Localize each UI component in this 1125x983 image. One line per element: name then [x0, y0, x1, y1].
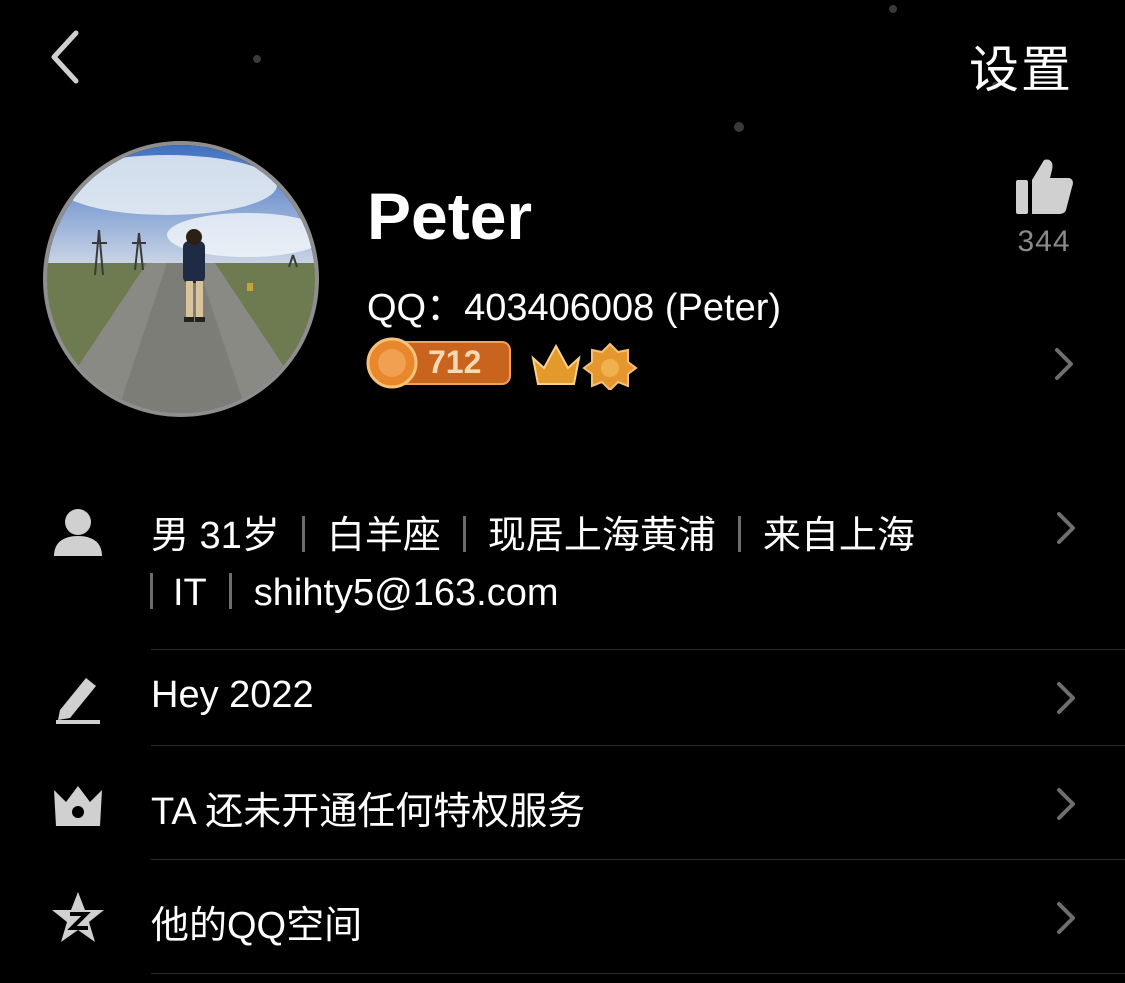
gender-age: 男 31岁 [151, 515, 280, 557]
zodiac: 白羊座 [326, 515, 441, 557]
settings-button[interactable]: 设置 [969, 30, 1073, 102]
divider [151, 973, 1125, 974]
like-button[interactable]: 344 [1008, 156, 1080, 259]
crown-icon [54, 786, 102, 826]
residence: 现居上海黄浦 [487, 515, 716, 557]
background-star [889, 5, 897, 13]
separator [737, 516, 741, 552]
back-button[interactable] [40, 25, 100, 95]
level-badges-graphic [366, 337, 638, 390]
qzone-row[interactable]: 他的QQ空间 [0, 860, 1125, 974]
privilege-row[interactable]: TA 还未开通任何特权服务 [0, 746, 1125, 860]
qzone-star-icon [52, 892, 104, 942]
person-icon [54, 509, 102, 556]
email: shihty5@163.com [253, 572, 559, 614]
industry: IT [173, 572, 207, 614]
info-row[interactable]: 男 31岁 白羊座 现居上海黄浦 来自上海 IT shihty5@163.com [0, 500, 1125, 640]
thumbs-up-icon [1016, 159, 1073, 214]
chevron-left-icon [51, 30, 79, 84]
signature-text: Hey 2022 [151, 674, 314, 716]
chevron-right-icon [1057, 902, 1075, 934]
pencil-icon [56, 678, 100, 724]
info-line-2: IT shihty5@163.com [150, 572, 559, 615]
background-star [253, 55, 261, 63]
separator [462, 516, 466, 552]
hometown: 来自上海 [762, 515, 915, 557]
separator [150, 573, 153, 609]
chevron-right-icon[interactable] [1053, 346, 1075, 382]
chevron-right-icon [1057, 682, 1075, 714]
qzone-text: 他的QQ空间 [151, 905, 363, 947]
avatar[interactable] [43, 141, 319, 417]
level-number: 712 [428, 344, 482, 380]
chevron-right-icon [1057, 788, 1075, 820]
profile-name: Peter [367, 179, 533, 253]
privilege-text: TA 还未开通任何特权服务 [151, 791, 586, 833]
separator [301, 516, 305, 552]
level-badges[interactable]: 712 [366, 336, 666, 390]
like-count: 344 [1017, 225, 1071, 258]
background-star [734, 122, 744, 132]
signature-row[interactable]: Hey 2022 [0, 650, 1125, 746]
qq-number: QQ：403406008 (Peter) [367, 287, 782, 329]
chevron-right-icon [1057, 512, 1075, 544]
info-line-1: 男 31岁 白羊座 现居上海黄浦 来自上海 [151, 504, 915, 559]
separator [228, 573, 232, 609]
avatar-photo [47, 145, 315, 413]
